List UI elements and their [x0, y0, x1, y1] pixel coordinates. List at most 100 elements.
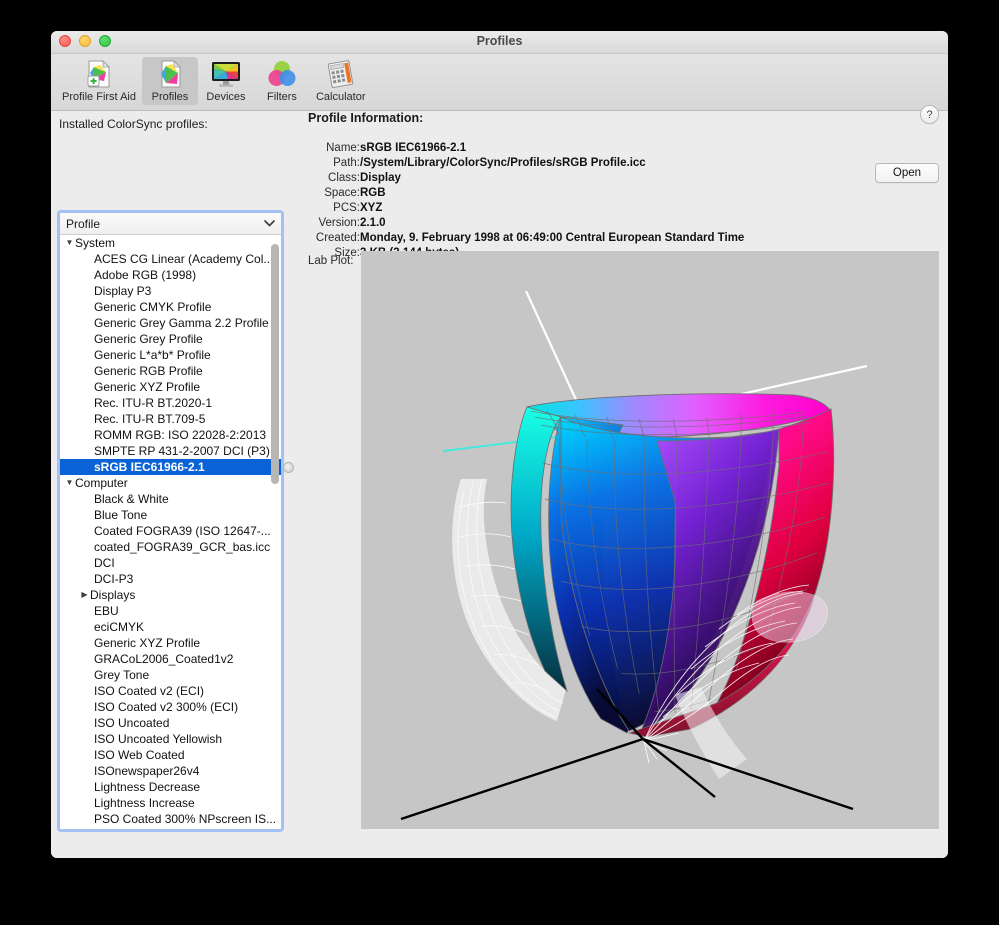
profiles-list-item[interactable]: PSO Coated 300% NPscreen IS... [60, 811, 281, 827]
lab-plot-canvas[interactable] [361, 251, 939, 829]
profiles-list-item[interactable]: Blue Tone [60, 507, 281, 523]
profiles-list-item[interactable]: ISOnewspaper26v4 [60, 763, 281, 779]
profiles-list-item-label: ISO Web Coated [94, 747, 185, 763]
toolbar-item-profile-first-aid[interactable]: Profile First Aid [56, 57, 142, 105]
profiles-list-item-label: ROMM RGB: ISO 22028-2:2013 [94, 427, 266, 443]
profiles-list-item-label: Coated FOGRA39 (ISO 12647-... [94, 523, 271, 539]
profiles-list-item[interactable]: ISO Uncoated [60, 715, 281, 731]
profiles-list-item-label: Rec. ITU-R BT.709-5 [94, 411, 205, 427]
list-scrollbar-thumb[interactable] [271, 244, 279, 484]
window-body: Installed ColorSync profiles: Profile ▼S… [51, 111, 948, 858]
toolbar-item-devices[interactable]: Devices [198, 57, 254, 105]
profiles-list-item[interactable]: Generic RGB Profile [60, 363, 281, 379]
profiles-list-item[interactable]: eciCMYK [60, 619, 281, 635]
profile-info-row: Created:Monday, 9. February 1998 at 06:4… [300, 232, 744, 247]
profile-info-key: Space: [300, 187, 360, 202]
profiles-list-item-label: EBU [94, 603, 119, 619]
profiles-list-item[interactable]: Black & White [60, 491, 281, 507]
open-button[interactable]: Open [875, 163, 939, 183]
profiles-list-item-label: ISOnewspaper26v4 [94, 763, 199, 779]
profiles-list-item[interactable]: DCI [60, 555, 281, 571]
profiles-list-item[interactable]: ROMM RGB: ISO 22028-2:2013 [60, 427, 281, 443]
profiles-list-scroll-area[interactable]: ▼SystemACES CG Linear (Academy Col...Ado… [60, 235, 281, 830]
profile-info-row: Class:Display [300, 172, 744, 187]
toolbar-item-profiles[interactable]: Profiles [142, 57, 198, 105]
profile-info-key: Path: [300, 157, 360, 172]
toolbar-label-filters: Filters [267, 91, 297, 103]
colorsync-utility-window: Profiles Profile First Aid [51, 31, 948, 858]
help-button[interactable]: ? [920, 105, 939, 124]
filters-icon [265, 59, 299, 89]
profiles-list-item[interactable]: EBU [60, 603, 281, 619]
profiles-list-item[interactable]: ISO Coated v2 (ECI) [60, 683, 281, 699]
profiles-list-item-label: Generic L*a*b* Profile [94, 347, 211, 363]
profiles-list-item[interactable]: Generic Grey Profile [60, 331, 281, 347]
profiles-list-item[interactable]: Generic XYZ Profile [60, 379, 281, 395]
profiles-group-system[interactable]: ▼System [60, 235, 281, 251]
chevron-down-icon[interactable] [263, 216, 275, 230]
lab-plot-3d-gamut [361, 251, 939, 829]
profiles-list-item[interactable]: SMPTE RP 431-2-2007 DCI (P3) [60, 443, 281, 459]
calculator-icon [324, 59, 358, 89]
profiles-list-item[interactable]: Coated FOGRA39 (ISO 12647-... [60, 523, 281, 539]
profile-info-row: Path:/System/Library/ColorSync/Profiles/… [300, 157, 744, 172]
profile-information-panel: Profile Information: ? Name:sRGB IEC6196… [300, 111, 948, 858]
profiles-list-item[interactable]: Adobe RGB (1998) [60, 267, 281, 283]
profiles-list-item[interactable]: Generic CMYK Profile [60, 299, 281, 315]
profiles-list: ▼SystemACES CG Linear (Academy Col...Ado… [60, 235, 281, 830]
disclosure-triangle-expanded-icon[interactable]: ▼ [64, 475, 75, 491]
profiles-list-item[interactable]: ISO Coated v2 300% (ECI) [60, 699, 281, 715]
profiles-list-item-label: Black & White [94, 491, 169, 507]
profiles-list-item-selected[interactable]: sRGB IEC61966-2.1 [60, 459, 281, 475]
profiles-list-item-label: ISO Coated v2 300% (ECI) [94, 699, 238, 715]
list-scrollbar-track[interactable] [271, 237, 279, 828]
profiles-list-item-label: Display P3 [94, 283, 151, 299]
profiles-list-item-label: ACES CG Linear (Academy Col... [94, 251, 273, 267]
profiles-group-label: Computer [75, 475, 128, 491]
profiles-icon [153, 59, 187, 89]
profiles-list-item[interactable]: ISO Web Coated [60, 747, 281, 763]
profiles-group-computer[interactable]: ▼Computer [60, 475, 281, 491]
profiles-list-item-label: PSO Coated NPscreen ISO1264... [94, 827, 278, 830]
profiles-list-item-label: Grey Tone [94, 667, 149, 683]
profiles-list-item-label: GRACoL2006_Coated1v2 [94, 651, 233, 667]
profiles-list-item-label: Lightness Decrease [94, 779, 200, 795]
profiles-list-item[interactable]: Lightness Increase [60, 795, 281, 811]
profiles-list-item[interactable]: Lightness Decrease [60, 779, 281, 795]
profiles-list-item[interactable]: PSO Coated NPscreen ISO1264... [60, 827, 281, 830]
disclosure-triangle-expanded-icon[interactable]: ▼ [64, 235, 75, 251]
profiles-list-item[interactable]: Generic XYZ Profile [60, 635, 281, 651]
profiles-list-header[interactable]: Profile [60, 213, 281, 235]
profile-info-row: Name:sRGB IEC61966-2.1 [300, 142, 744, 157]
profiles-list-item[interactable]: Rec. ITU-R BT.2020-1 [60, 395, 281, 411]
profiles-list-item-label: Adobe RGB (1998) [94, 267, 196, 283]
disclosure-triangle-collapsed-icon[interactable]: ▶ [79, 587, 90, 603]
profiles-list-item-label: DCI-P3 [94, 571, 133, 587]
profiles-list-item-label: Displays [90, 587, 135, 603]
profiles-list-item[interactable]: Display P3 [60, 283, 281, 299]
profiles-list-item[interactable]: DCI-P3 [60, 571, 281, 587]
toolbar-label-calculator: Calculator [316, 91, 366, 103]
lab-plot-label: Lab Plot: [308, 255, 353, 267]
profiles-list-item[interactable]: ACES CG Linear (Academy Col... [60, 251, 281, 267]
profiles-list-item[interactable]: GRACoL2006_Coated1v2 [60, 651, 281, 667]
window-titlebar: Profiles [51, 31, 948, 54]
pane-splitter-handle[interactable] [283, 462, 294, 473]
profiles-list-item-label: ISO Uncoated [94, 715, 169, 731]
profile-first-aid-icon [82, 59, 116, 89]
profile-info-key: Name: [300, 142, 360, 157]
profiles-list-item[interactable]: Rec. ITU-R BT.709-5 [60, 411, 281, 427]
toolbar-item-filters[interactable]: Filters [254, 57, 310, 105]
toolbar-label-profiles: Profiles [152, 91, 189, 103]
profiles-list-item-label: Generic RGB Profile [94, 363, 203, 379]
profiles-list-item[interactable]: Generic Grey Gamma 2.2 Profile [60, 315, 281, 331]
profiles-list-item[interactable]: Generic L*a*b* Profile [60, 347, 281, 363]
profiles-list-item-label: Lightness Increase [94, 795, 195, 811]
profiles-list-item[interactable]: ▶Displays [60, 587, 281, 603]
profiles-list-item-label: Generic XYZ Profile [94, 635, 200, 651]
profiles-list-item[interactable]: coated_FOGRA39_GCR_bas.icc [60, 539, 281, 555]
profile-info-key: Class: [300, 172, 360, 187]
profiles-list-item[interactable]: ISO Uncoated Yellowish [60, 731, 281, 747]
profiles-list-item[interactable]: Grey Tone [60, 667, 281, 683]
toolbar-item-calculator[interactable]: Calculator [310, 57, 372, 105]
